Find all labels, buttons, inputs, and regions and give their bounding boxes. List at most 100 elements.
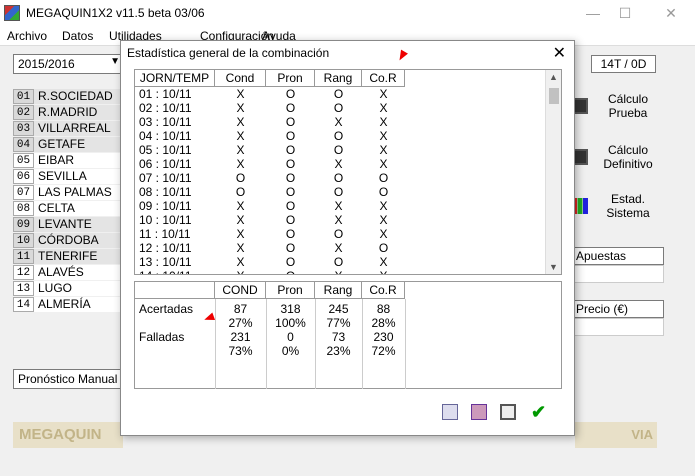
stats-cell: 231 (230, 330, 251, 344)
estad-sistema-button[interactable]: Estad. Sistema (570, 190, 670, 226)
table-cell: X (379, 213, 388, 227)
scroll-thumb[interactable] (549, 88, 559, 104)
season-select[interactable]: 2015/2016 ▼ (13, 54, 123, 74)
table-cell: O (285, 115, 296, 129)
team-number: 14 (13, 296, 34, 312)
table-cell: 04 : 10/11 (139, 129, 192, 143)
table-cell: X (379, 255, 388, 269)
team-row[interactable]: 03 VILLARREAL (13, 120, 123, 136)
close-icon[interactable]: ✕ (661, 4, 681, 22)
team-row[interactable]: 02 R.MADRID (13, 104, 123, 120)
stats-cell: 28% (371, 316, 396, 330)
table-row[interactable]: 10 : 10/11 X O X X (135, 213, 547, 227)
team-number: 01 (13, 88, 34, 104)
table-row[interactable]: 03 : 10/11 X O X X (135, 115, 547, 129)
apuestas-field[interactable] (570, 265, 664, 283)
team-number: 12 (13, 264, 34, 280)
table-row[interactable]: 02 : 10/11 X O O X (135, 101, 547, 115)
table-row[interactable]: 07 : 10/11 O O O O (135, 171, 547, 185)
team-row[interactable]: 08 CELTA (13, 200, 123, 216)
stats-header-blank (135, 282, 215, 299)
table-cell: 05 : 10/11 (139, 143, 192, 157)
edit-icon[interactable] (442, 404, 458, 420)
precio-field[interactable] (570, 318, 664, 336)
table-row[interactable]: 11 : 10/11 X O O X (135, 227, 547, 241)
maximize-icon[interactable]: ☐ (615, 4, 635, 22)
team-row[interactable]: 09 LEVANTE (13, 216, 123, 232)
stats-cell: 77% (326, 316, 351, 330)
team-number: 02 (13, 104, 34, 120)
team-number: 13 (13, 280, 34, 296)
team-row[interactable]: 13 LUGO (13, 280, 123, 296)
team-row[interactable]: 05 EIBAR (13, 152, 123, 168)
menu-archivo[interactable]: Archivo (7, 29, 47, 43)
calculo-prueba-button[interactable]: Cálculo Prueba (570, 90, 670, 126)
team-row[interactable]: 14 ALMERÍA (13, 296, 123, 312)
col-header-jorn[interactable]: JORN/TEMP (135, 70, 215, 87)
col-header-pron[interactable]: Pron (266, 70, 315, 87)
team-row[interactable]: 11 TENERIFE (13, 248, 123, 264)
minimize-icon[interactable]: — (583, 4, 603, 22)
table-cell: O (333, 87, 344, 101)
team-name: ALAVÉS (34, 264, 123, 280)
scroll-down-icon[interactable]: ▼ (549, 262, 558, 272)
red-arrow-icon (396, 49, 408, 63)
table-cell: X (236, 129, 245, 143)
team-row[interactable]: 12 ALAVÉS (13, 264, 123, 280)
col-header-cond[interactable]: Cond (215, 70, 266, 87)
team-number: 11 (13, 248, 34, 264)
table-cell: O (333, 255, 344, 269)
table-row[interactable]: 14 : 10/11XOXX (135, 269, 547, 274)
team-row[interactable]: 04 GETAFE (13, 136, 123, 152)
table-row[interactable]: 04 : 10/11 X O O X (135, 129, 547, 143)
table-row[interactable]: 12 : 10/11 X O X O (135, 241, 547, 255)
pronostico-select[interactable]: Pronóstico Manual (13, 369, 123, 389)
table-row[interactable]: 06 : 10/11 X O X X (135, 157, 547, 171)
table-cell: X (362, 269, 405, 274)
table-cell: X (334, 199, 343, 213)
stats-cell: 245 (328, 302, 349, 316)
bets-counter: 14T / 0D (591, 55, 656, 73)
table-row[interactable]: 08 : 10/11 O O O O (135, 185, 547, 199)
checkmark-icon[interactable]: ✔ (531, 403, 547, 421)
table-row[interactable]: 13 : 10/11 X O O X (135, 255, 547, 269)
team-name: SEVILLA (34, 168, 123, 184)
calculo-definitivo-label: Cálculo Definitivo (603, 143, 653, 171)
table-cell: O (333, 101, 344, 115)
table-cell: O (285, 255, 296, 269)
team-number: 07 (13, 184, 34, 200)
stats-cell: 0 (287, 330, 294, 344)
team-number: 06 (13, 168, 34, 184)
team-number: 10 (13, 232, 34, 248)
team-name: VILLARREAL (34, 120, 123, 136)
table-scrollbar[interactable]: ▲ ▼ (545, 70, 561, 274)
scroll-up-icon[interactable]: ▲ (549, 72, 558, 82)
col-header-rang[interactable]: Rang (315, 70, 362, 87)
team-row[interactable]: 07 LAS PALMAS (13, 184, 123, 200)
table-cell: 06 : 10/11 (139, 157, 192, 171)
team-name: LEVANTE (34, 216, 123, 232)
table-row[interactable]: 05 : 10/11 X O O X (135, 143, 547, 157)
table-cell: X (236, 115, 245, 129)
table-cell: X (315, 269, 362, 274)
stats-header-cond: COND (215, 282, 266, 299)
calendar-icon[interactable] (471, 404, 487, 420)
team-name: LUGO (34, 280, 123, 296)
table-cell: O (333, 227, 344, 241)
table-icon[interactable] (500, 404, 516, 420)
estad-sistema-label: Estad. Sistema (606, 192, 650, 220)
team-row[interactable]: 10 CÓRDOBA (13, 232, 123, 248)
close-icon[interactable]: ✕ (553, 43, 566, 63)
stats-row: Acertadas 87 318 245 88 (135, 302, 547, 316)
col-header-cor[interactable]: Co.R (362, 70, 405, 87)
team-row[interactable]: 01 R.SOCIEDAD (13, 88, 123, 104)
menu-datos[interactable]: Datos (62, 29, 93, 43)
table-cell: O (333, 185, 344, 199)
calculo-definitivo-button[interactable]: Cálculo Definitivo (570, 141, 670, 177)
team-name: LAS PALMAS (34, 184, 123, 200)
table-cell: O (285, 213, 296, 227)
table-row[interactable]: 09 : 10/11 X O X X (135, 199, 547, 213)
team-row[interactable]: 06 SEVILLA (13, 168, 123, 184)
table-row[interactable]: 01 : 10/11 X O O X (135, 87, 547, 101)
team-number: 05 (13, 152, 34, 168)
